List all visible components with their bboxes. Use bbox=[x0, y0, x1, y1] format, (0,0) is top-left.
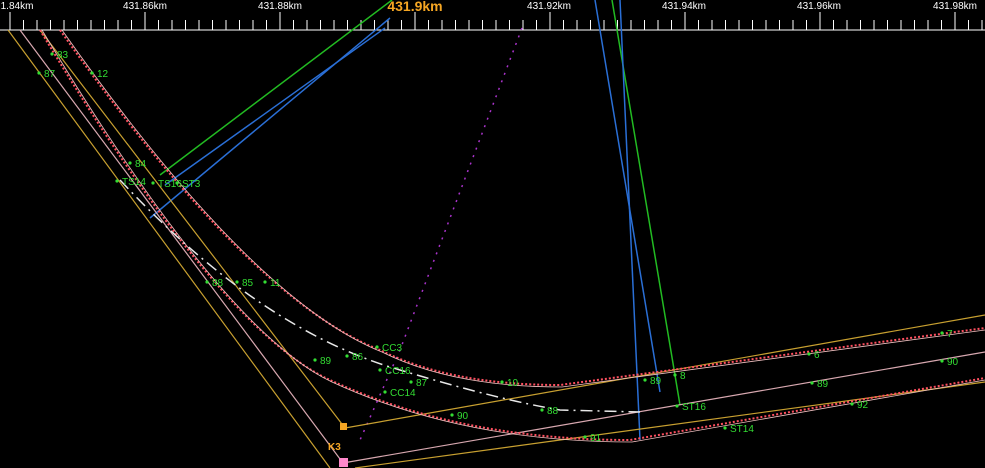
survey-point-dot[interactable] bbox=[375, 345, 379, 349]
survey-point-label: 89 bbox=[650, 376, 662, 387]
survey-point-dot[interactable] bbox=[850, 402, 854, 406]
survey-point-label: CC3 bbox=[382, 343, 402, 354]
survey-point-label: 11 bbox=[270, 278, 281, 289]
survey-line-green bbox=[159, 0, 393, 176]
survey-point-label: CC16 bbox=[385, 366, 411, 377]
survey-point-dot[interactable] bbox=[313, 358, 317, 362]
survey-point-label: 88 bbox=[547, 406, 559, 417]
survey-point-label: 12 bbox=[97, 69, 109, 80]
survey-point-label: 91 bbox=[590, 433, 602, 444]
survey-point-dot[interactable] bbox=[450, 413, 454, 417]
survey-point-dot[interactable] bbox=[175, 181, 179, 185]
survey-point-dot[interactable] bbox=[90, 71, 94, 75]
survey-point-label: 90 bbox=[457, 411, 469, 422]
survey-point-label: 89 bbox=[817, 379, 829, 390]
survey-point-dot[interactable] bbox=[263, 280, 267, 284]
track-line-pink bbox=[19, 29, 344, 464]
survey-point-dot[interactable] bbox=[540, 408, 544, 412]
track-canvas[interactable]: K3 8387 1284TS14 TS16 ST388 85 1189 86CC3CC168… bbox=[0, 0, 985, 468]
survey-point-dot[interactable] bbox=[383, 390, 387, 394]
survey-point-dot[interactable] bbox=[583, 435, 587, 439]
survey-point-label: ST14 bbox=[730, 424, 754, 435]
survey-point-dot[interactable] bbox=[810, 381, 814, 385]
survey-point-label: 83 bbox=[57, 50, 69, 61]
survey-point-label: 6 bbox=[814, 350, 820, 361]
survey-point-dot[interactable] bbox=[673, 373, 677, 377]
survey-point-dot[interactable] bbox=[37, 71, 41, 75]
survey-point-dot[interactable] bbox=[675, 404, 679, 408]
track-centerline bbox=[119, 179, 641, 413]
survey-point-label: CC14 bbox=[390, 388, 416, 399]
survey-point-label: 86 bbox=[352, 352, 364, 363]
survey-point-label: 87 bbox=[44, 69, 56, 80]
construction-line bbox=[359, 27, 523, 441]
survey-point-label: ST16 bbox=[682, 402, 706, 413]
track-line-yellow bbox=[7, 29, 331, 468]
track-line-pink bbox=[342, 351, 985, 464]
survey-point-dot[interactable] bbox=[235, 280, 239, 284]
survey-point-dot[interactable] bbox=[205, 280, 209, 284]
survey-point-dot[interactable] bbox=[378, 368, 382, 372]
survey-point-label: 85 bbox=[242, 278, 254, 289]
survey-point-label: TS14 bbox=[122, 177, 146, 188]
survey-point-dot[interactable] bbox=[115, 179, 119, 183]
control-point-marker[interactable] bbox=[340, 423, 347, 430]
survey-point-dot[interactable] bbox=[940, 331, 944, 335]
survey-point-label: TS16 bbox=[158, 179, 182, 190]
survey-point-label: 10 bbox=[507, 378, 519, 389]
survey-point-label: 84 bbox=[135, 159, 147, 170]
survey-points: 8387 1284TS14 TS16 ST388 85 1189 86CC3CC1687CC… bbox=[37, 50, 959, 444]
track-layout-view[interactable]: 1.84km 431.86km 431.88km 431.9km 431.92k… bbox=[0, 0, 985, 468]
survey-point-dot[interactable] bbox=[50, 52, 54, 56]
survey-point-dot[interactable] bbox=[409, 380, 413, 384]
marker-label-k3: K3 bbox=[328, 442, 341, 453]
survey-point-dot[interactable] bbox=[151, 181, 155, 185]
survey-point-dot[interactable] bbox=[345, 354, 349, 358]
survey-point-label: 87 bbox=[416, 378, 428, 389]
survey-point-label: 90 bbox=[947, 357, 959, 368]
survey-point-label: 92 bbox=[857, 400, 869, 411]
survey-point-label: 8 bbox=[680, 371, 686, 382]
survey-line-blue bbox=[594, 0, 661, 393]
survey-point-dot[interactable] bbox=[807, 352, 811, 356]
survey-line-blue bbox=[164, 27, 386, 186]
rail-curve-upper-inner bbox=[61, 29, 985, 388]
survey-point-label: 7 bbox=[947, 329, 953, 340]
control-point-marker[interactable] bbox=[339, 458, 348, 467]
survey-point-label: 89 bbox=[320, 356, 332, 367]
survey-point-dot[interactable] bbox=[500, 380, 504, 384]
survey-point-label: ST3 bbox=[182, 179, 201, 190]
survey-point-dot[interactable] bbox=[643, 378, 647, 382]
survey-point-dot[interactable] bbox=[940, 359, 944, 363]
rail-curve-upper bbox=[59, 29, 985, 387]
survey-point-dot[interactable] bbox=[723, 426, 727, 430]
survey-point-label: 88 bbox=[212, 278, 224, 289]
survey-point-dot[interactable] bbox=[128, 161, 132, 165]
